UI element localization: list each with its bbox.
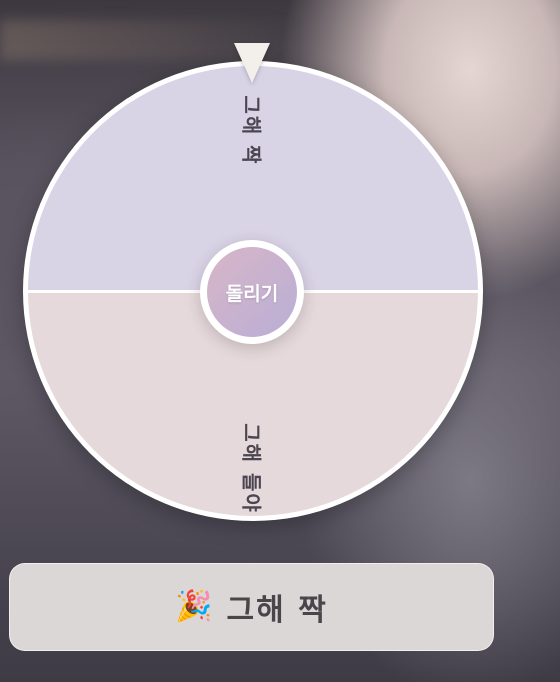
result-text: 그해 짝 <box>226 593 328 628</box>
result-banner[interactable]: 🎉 그해 짝 <box>9 563 494 651</box>
party-popper-icon: 🎉 <box>175 589 213 624</box>
wheel-segment-1-label: 그해 짝 <box>239 95 264 166</box>
wheel-segment-2-label: 그해 들야 <box>239 423 264 514</box>
wheel-pointer-icon <box>234 43 270 83</box>
spin-button-label[interactable]: 돌리기 <box>207 247 297 337</box>
spin-button[interactable]: 돌리기 <box>200 240 304 344</box>
